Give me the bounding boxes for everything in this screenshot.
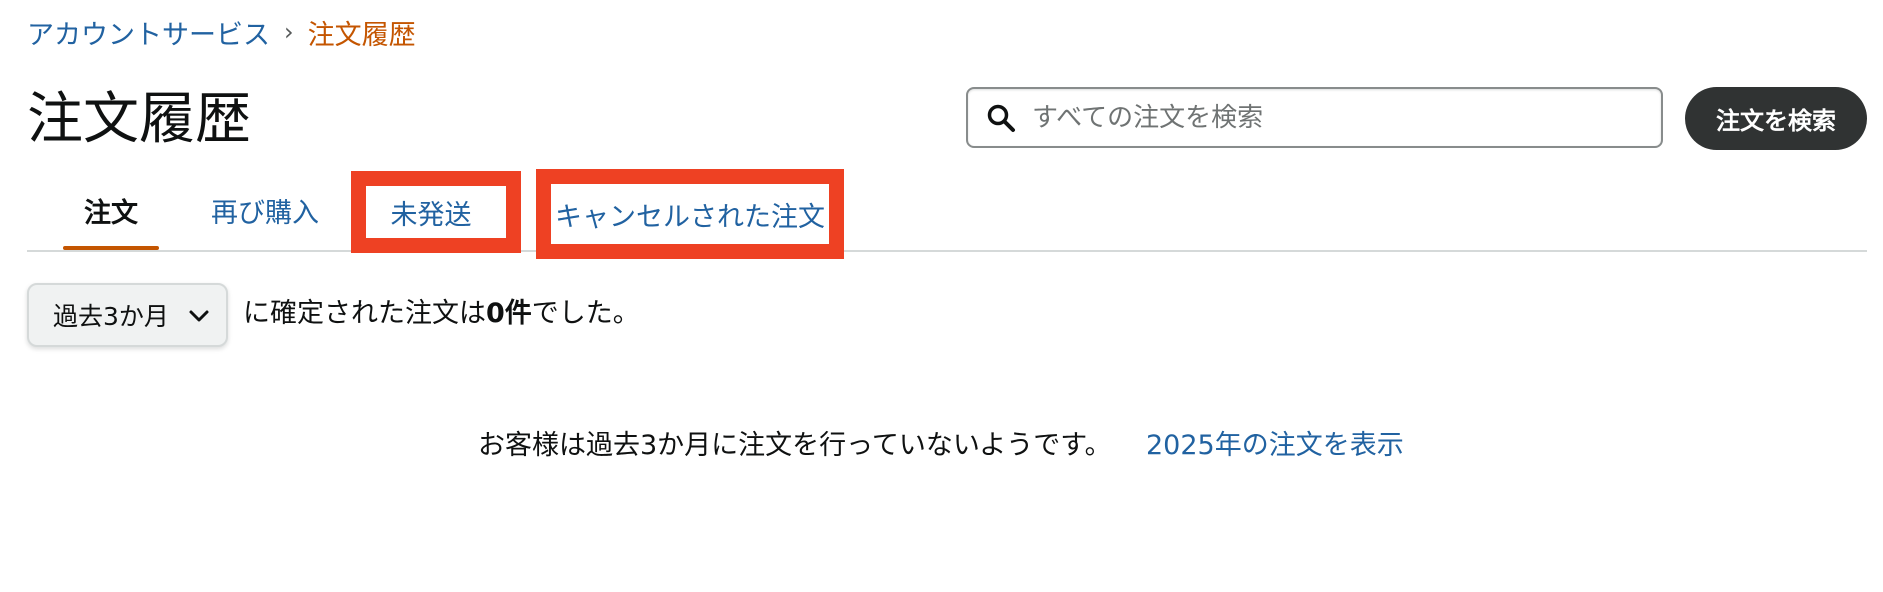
- summary-suffix: でした。: [531, 298, 640, 329]
- chevron-down-icon: [189, 310, 209, 322]
- search-box[interactable]: [966, 87, 1663, 148]
- search-input[interactable]: [1032, 92, 1632, 143]
- time-range-dropdown[interactable]: 過去3か月: [27, 283, 228, 347]
- tab-buy-again[interactable]: 再び購入: [205, 170, 325, 250]
- order-count: 0件: [486, 298, 532, 329]
- search-orders-button[interactable]: 注文を検索: [1685, 87, 1867, 150]
- tab-not-yet-shipped[interactable]: 未発送: [351, 171, 521, 253]
- breadcrumb-account-services-link[interactable]: アカウントサービス: [27, 13, 270, 52]
- empty-state-message: お客様は過去3か月に注文を行っていないようです。: [478, 430, 1112, 461]
- summary-prefix: に確定された注文は: [243, 298, 486, 329]
- order-count-summary: に確定された注文は0件でした。: [243, 292, 640, 336]
- view-2025-orders-link[interactable]: 2025年の注文を表示: [1146, 424, 1404, 468]
- tab-cancelled-orders[interactable]: キャンセルされた注文: [536, 169, 844, 259]
- breadcrumb-separator: ›: [284, 18, 294, 46]
- time-range-selected-value: 過去3か月: [53, 302, 169, 331]
- tab-orders[interactable]: 注文: [63, 170, 159, 250]
- breadcrumb-current: 注文履歴: [307, 19, 416, 51]
- breadcrumb: アカウントサービス › 注文履歴: [27, 12, 416, 52]
- search-icon: [987, 104, 1015, 132]
- page-title: 注文履歴: [27, 87, 251, 152]
- order-history-page: アカウントサービス › 注文履歴 注文履歴 注文を検索 注文 再び購入 未発送 …: [0, 0, 1883, 592]
- order-tabs: 注文 再び購入 未発送 キャンセルされた注文: [27, 169, 1867, 259]
